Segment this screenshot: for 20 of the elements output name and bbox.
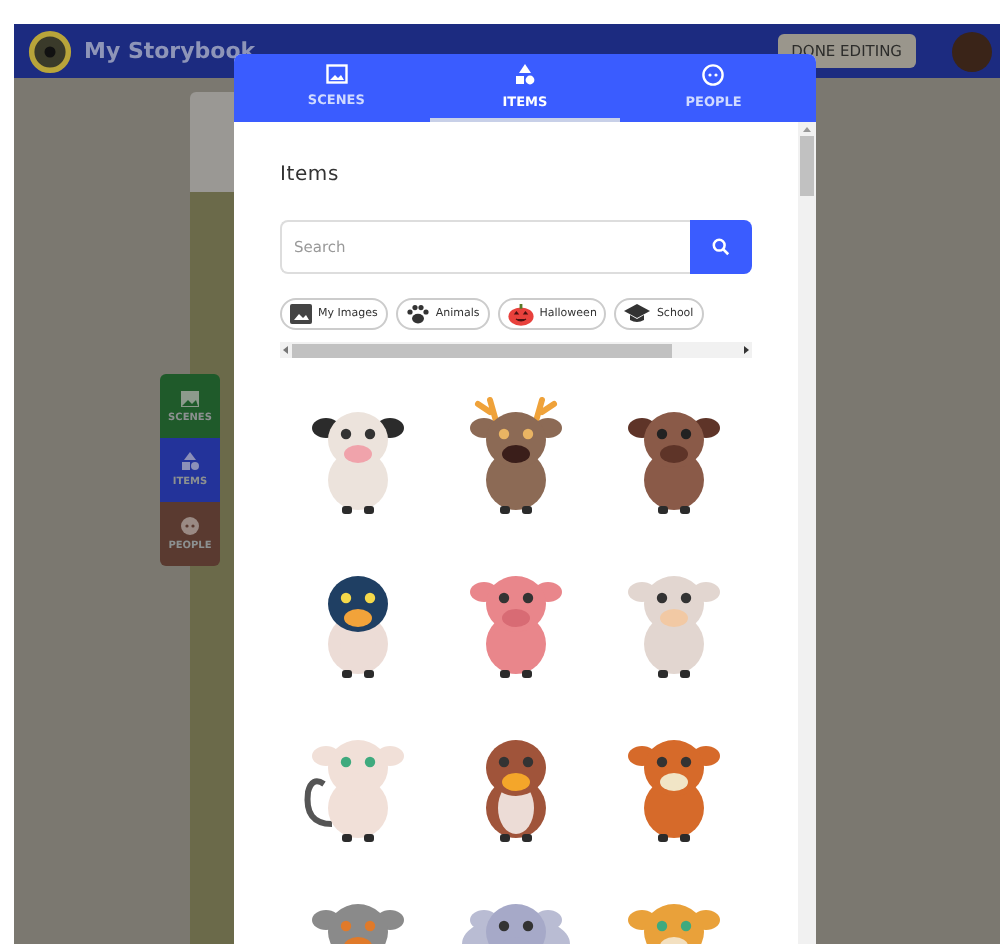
pumpkin-icon xyxy=(507,303,534,325)
search-button[interactable] xyxy=(690,220,752,274)
shapes-icon xyxy=(513,63,536,85)
image-icon xyxy=(180,389,200,407)
scrollbar-thumb[interactable] xyxy=(292,343,672,357)
search-icon xyxy=(712,238,730,256)
logo-icon xyxy=(28,29,72,73)
paw-icon xyxy=(405,304,430,324)
horizontal-scrollbar[interactable] xyxy=(280,342,752,358)
face-icon xyxy=(702,63,725,85)
image-icon xyxy=(290,304,312,324)
graduation-cap-icon xyxy=(624,304,651,324)
app-title: My Storybook xyxy=(84,38,256,64)
scroll-right-icon[interactable] xyxy=(740,342,752,358)
image-icon xyxy=(325,64,348,84)
face-icon xyxy=(180,516,200,536)
shapes-icon xyxy=(180,452,200,472)
vertical-scrollbar[interactable] xyxy=(798,122,816,944)
scrollbar-thumb[interactable] xyxy=(800,136,814,196)
panel-heading: Items xyxy=(280,164,341,186)
